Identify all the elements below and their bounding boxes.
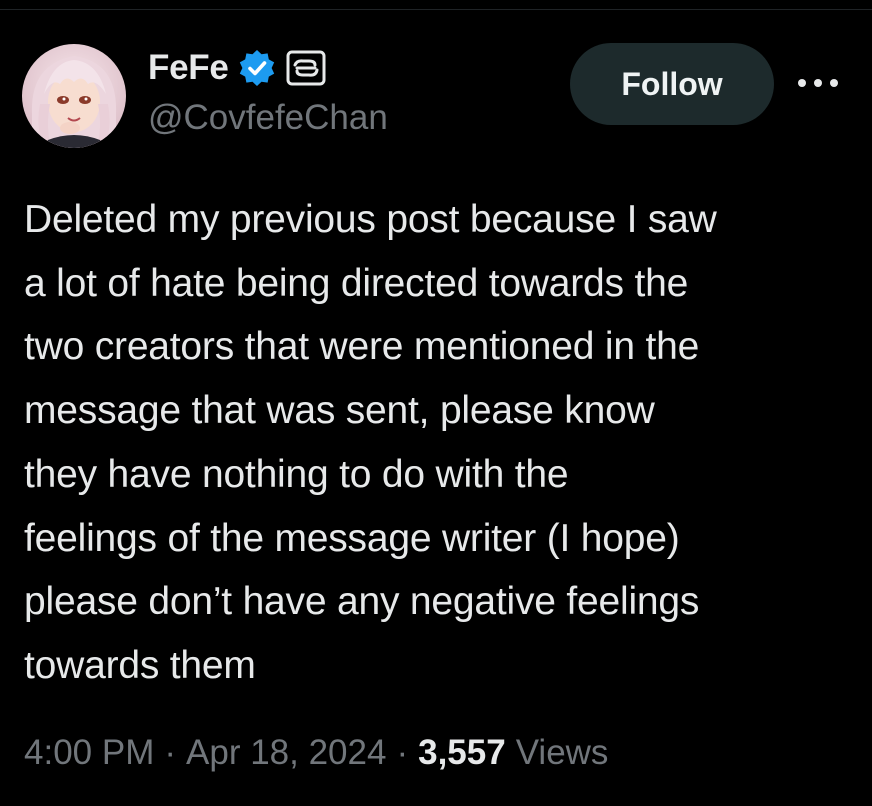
verified-badge-icon: [237, 48, 277, 88]
tweet-meta: 4:00 PM · Apr 18, 2024 · 3,557 Views: [24, 733, 608, 773]
views-label[interactable]: Views: [516, 733, 609, 773]
views-count[interactable]: 3,557: [418, 733, 506, 773]
name-row: FeFe: [148, 46, 327, 90]
more-dot: [830, 79, 838, 87]
user-handle[interactable]: @CovfefeChan: [148, 98, 388, 138]
tweet-time[interactable]: 4:00 PM: [24, 733, 154, 773]
anime-girl-avatar-image: [22, 44, 126, 148]
follow-button[interactable]: Follow: [570, 43, 774, 125]
more-dot: [798, 79, 806, 87]
tweet-header: FeFe @CovfefeChan Follow: [0, 0, 872, 170]
avatar[interactable]: [22, 44, 126, 148]
affiliate-badge-icon[interactable]: [285, 49, 327, 87]
display-name[interactable]: FeFe: [148, 48, 229, 88]
meta-separator: ·: [396, 733, 409, 772]
more-options-icon[interactable]: [792, 66, 844, 100]
tweet-text: Deleted my previous post because I saw a…: [24, 198, 717, 687]
more-dot: [814, 79, 822, 87]
tweet-date[interactable]: Apr 18, 2024: [186, 733, 386, 773]
meta-separator: ·: [164, 733, 177, 772]
